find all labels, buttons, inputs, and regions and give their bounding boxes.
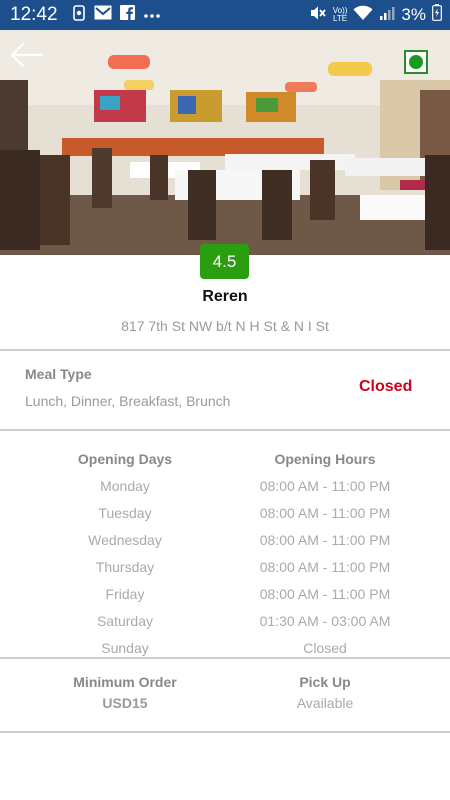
open-status: Closed: [359, 378, 413, 395]
day-label: Sunday: [101, 639, 149, 656]
hours-row: Saturday 01:30 AM - 03:00 AM: [0, 607, 450, 634]
day-label: Friday: [105, 585, 145, 602]
veg-indicator: [404, 50, 428, 74]
pickup-value: Available: [296, 695, 354, 711]
battery-percent: 3%: [401, 5, 426, 24]
day-label: Tuesday: [98, 504, 152, 521]
day-label: Wednesday: [88, 531, 162, 548]
divider: [0, 349, 450, 351]
facebook-icon: [119, 5, 135, 25]
more-icon: [143, 6, 161, 24]
back-button[interactable]: [10, 42, 44, 68]
divider: [0, 429, 450, 431]
signal-icon: [379, 5, 395, 26]
divider: [0, 657, 450, 659]
opening-hours-table: Opening Days Opening Hours Monday 08:00 …: [0, 445, 450, 661]
hours-value: 08:00 AM - 11:00 PM: [259, 504, 391, 521]
rating-badge: 4.5: [200, 244, 249, 279]
opening-hours-header: Opening Hours: [274, 450, 376, 467]
mute-icon: [309, 5, 327, 26]
status-bar: 12:42 Vo)) LTE 3%: [0, 0, 450, 30]
wifi-icon: [353, 5, 373, 26]
minimum-order-title: Minimum Order: [73, 674, 177, 690]
voicemail-icon: [72, 4, 86, 26]
gmail-icon: [94, 5, 112, 25]
pickup-title: Pick Up: [299, 674, 351, 690]
day-label: Thursday: [95, 558, 155, 575]
hours-row: Wednesday 08:00 AM - 11:00 PM: [0, 526, 450, 553]
meal-type-title: Meal Type: [25, 366, 92, 382]
veg-dot-icon: [409, 55, 423, 69]
hours-row: Friday 08:00 AM - 11:00 PM: [0, 580, 450, 607]
hours-row: Monday 08:00 AM - 11:00 PM: [0, 472, 450, 499]
hours-value: 08:00 AM - 11:00 PM: [259, 558, 391, 575]
hours-value: Closed: [303, 639, 347, 656]
day-label: Saturday: [96, 612, 154, 629]
hours-row: Tuesday 08:00 AM - 11:00 PM: [0, 499, 450, 526]
back-arrow-icon: [10, 42, 44, 68]
divider: [0, 731, 450, 733]
hours-value: 08:00 AM - 11:00 PM: [259, 585, 391, 602]
hours-value: 08:00 AM - 11:00 PM: [259, 531, 391, 548]
volte-icon: Vo)) LTE: [332, 6, 348, 23]
meal-type-value: Lunch, Dinner, Breakfast, Brunch: [25, 393, 231, 409]
restaurant-name: Reren: [202, 288, 248, 305]
status-time: 12:42: [10, 4, 58, 25]
restaurant-address: 817 7th St NW b/t N H St & N I St: [121, 318, 329, 334]
battery-icon: [432, 4, 442, 26]
hours-value: 01:30 AM - 03:00 AM: [259, 612, 391, 629]
restaurant-photo: [0, 30, 450, 255]
hours-row: Thursday 08:00 AM - 11:00 PM: [0, 553, 450, 580]
opening-days-header: Opening Days: [77, 450, 173, 467]
day-label: Monday: [100, 477, 150, 494]
hours-header-row: Opening Days Opening Hours: [0, 445, 450, 472]
hours-value: 08:00 AM - 11:00 PM: [259, 477, 391, 494]
minimum-order-value: USD15: [102, 695, 148, 711]
